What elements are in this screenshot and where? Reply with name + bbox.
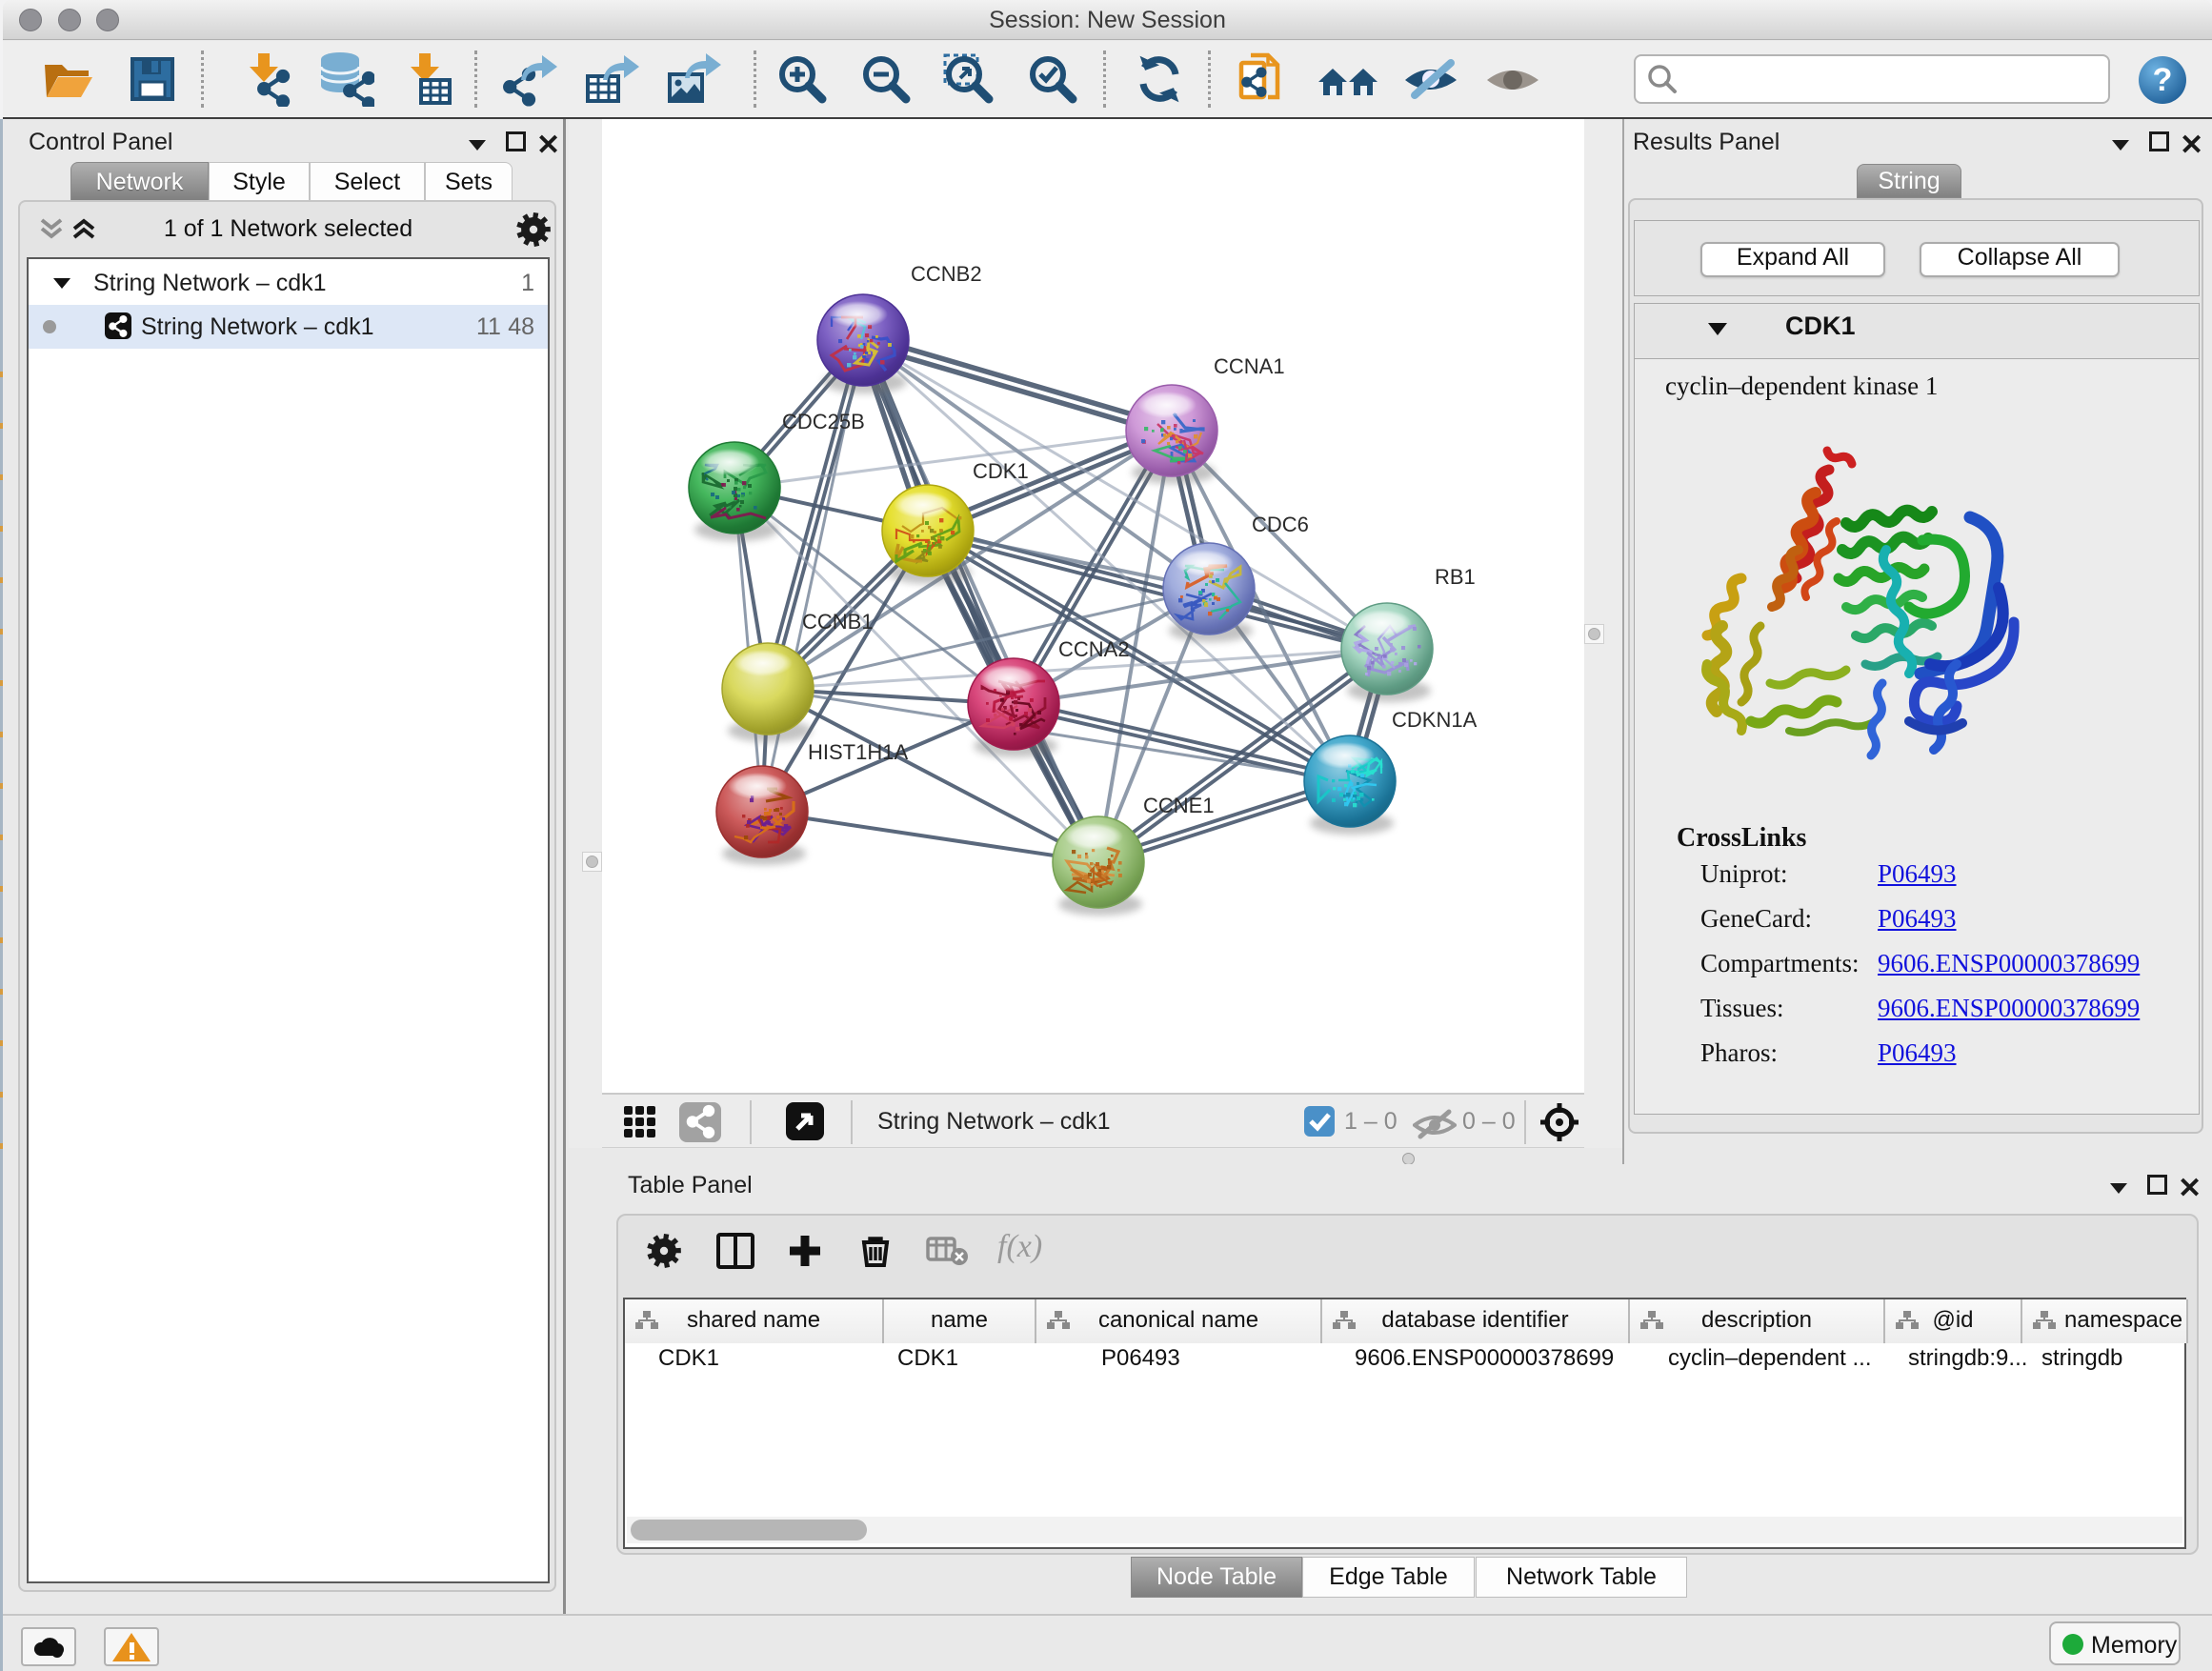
svg-text:CDKN1A: CDKN1A — [1392, 708, 1478, 732]
svg-text:CCNB1: CCNB1 — [802, 610, 874, 634]
svg-text:CCNA2: CCNA2 — [1058, 637, 1130, 661]
svg-text:HIST1H1A: HIST1H1A — [808, 740, 908, 764]
svg-text:CDC6: CDC6 — [1252, 513, 1309, 536]
svg-text:CDK1: CDK1 — [973, 459, 1029, 483]
svg-text:CDC25B: CDC25B — [782, 410, 865, 433]
svg-text:CCNB2: CCNB2 — [911, 262, 982, 286]
svg-text:CCNE1: CCNE1 — [1143, 794, 1215, 817]
svg-text:?: ? — [2153, 62, 2173, 98]
svg-text:CCNA1: CCNA1 — [1214, 354, 1285, 378]
svg-text:RB1: RB1 — [1435, 565, 1476, 589]
